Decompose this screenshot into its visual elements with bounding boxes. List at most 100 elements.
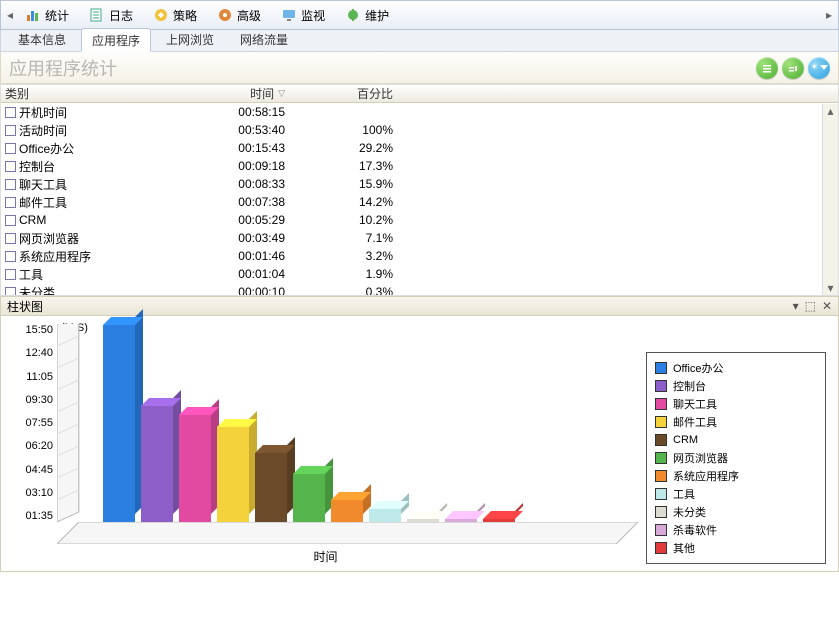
floor-plane [57,522,638,544]
action-btn-2[interactable] [782,57,804,79]
main-tab-4[interactable]: 监视 [272,2,334,28]
row-checkbox[interactable] [5,197,16,208]
row-percent: 3.2% [305,249,405,263]
table-row[interactable]: 控制台00:09:1817.3% [1,157,838,175]
col-time[interactable]: 时间▽ [185,85,305,102]
bar-8 [407,519,439,522]
chart-icon [25,7,41,23]
row-time: 00:01:04 [185,267,305,281]
legend-item: 邮件工具 [655,413,817,431]
row-checkbox[interactable] [5,179,16,190]
main-tab-label: 日志 [109,7,133,24]
table-row[interactable]: 聊天工具00:08:3315.9% [1,175,838,193]
row-category: 开机时间 [19,104,67,121]
table-scrollbar[interactable]: ▴ ▾ [822,104,838,295]
row-percent: 17.3% [305,159,405,173]
toolbar-scroll-right[interactable]: ▸ [824,8,834,22]
row-category: Office办公 [19,140,74,157]
panel-pin-icon[interactable]: ⬚ [805,299,816,313]
sub-tab-0[interactable]: 基本信息 [7,27,77,51]
row-checkbox[interactable] [5,233,16,244]
chart-area: (M:S) 01:3503:1004:4506:2007:5509:3011:0… [0,316,839,572]
bar-5 [293,474,325,522]
table-row[interactable]: 邮件工具00:07:3814.2% [1,193,838,211]
row-time: 00:08:33 [185,177,305,191]
legend-label: 未分类 [673,504,706,520]
row-percent: 29.2% [305,141,405,155]
row-percent: 1.9% [305,267,405,281]
legend-label: 网页浏览器 [673,450,728,466]
main-tab-5[interactable]: 维护 [336,2,398,28]
chart-panel-title: 柱状图 [7,298,43,315]
row-checkbox[interactable] [5,107,16,118]
bar-0 [103,325,135,522]
legend-swatch [655,434,667,446]
table-row[interactable]: 未分类00:00:100.3% [1,283,838,296]
col-category[interactable]: 类别 [5,85,185,102]
row-checkbox[interactable] [5,269,16,280]
row-category: 网页浏览器 [19,230,79,247]
table-row[interactable]: 系统应用程序00:01:463.2% [1,247,838,265]
table-row[interactable]: 网页浏览器00:03:497.1% [1,229,838,247]
legend-label: Office办公 [673,360,724,376]
row-time: 00:05:29 [185,213,305,227]
row-percent: 100% [305,123,405,137]
panel-close-icon[interactable]: ✕ [822,299,832,313]
table-row[interactable]: 活动时间00:53:40100% [1,121,838,139]
row-checkbox[interactable] [5,287,16,297]
legend-swatch [655,398,667,410]
row-time: 00:01:46 [185,249,305,263]
row-checkbox[interactable] [5,215,16,226]
scroll-up-icon[interactable]: ▴ [824,104,838,118]
legend-item: 其他 [655,539,817,557]
row-category: CRM [19,213,46,227]
scroll-down-icon[interactable]: ▾ [824,281,838,295]
row-checkbox[interactable] [5,143,16,154]
y-tick: 15:50 [13,324,53,336]
legend-item: 网页浏览器 [655,449,817,467]
row-checkbox[interactable] [5,125,16,136]
table-row[interactable]: CRM00:05:2910.2% [1,211,838,229]
table-row[interactable]: 开机时间00:58:15 [1,103,838,121]
bar-10 [483,519,515,522]
main-tab-2[interactable]: 策略 [144,2,206,28]
table-row[interactable]: 工具 00:01:041.9% [1,265,838,283]
y-tick: 01:35 [13,510,53,522]
row-category: 工具 [19,266,43,283]
y-tick: 06:20 [13,440,53,452]
row-time: 00:00:10 [185,285,305,296]
y-tick: 11:05 [13,371,53,383]
main-tab-1[interactable]: 日志 [80,2,142,28]
row-checkbox[interactable] [5,251,16,262]
bar-1 [141,406,173,522]
toolbar-scroll-left[interactable]: ◂ [5,8,15,22]
main-tab-label: 维护 [365,7,389,24]
main-tab-3[interactable]: 高级 [208,2,270,28]
sub-tab-3[interactable]: 网络流量 [229,27,299,51]
action-btn-1[interactable] [756,57,778,79]
row-checkbox[interactable] [5,161,16,172]
legend-item: Office办公 [655,359,817,377]
legend-label: 其他 [673,540,695,556]
legend-item: 杀毒软件 [655,521,817,539]
sort-desc-icon: ▽ [278,88,285,99]
row-time: 00:07:38 [185,195,305,209]
row-percent: 15.9% [305,177,405,191]
row-category: 控制台 [19,158,55,175]
log-icon [89,7,105,23]
panel-menu-icon[interactable]: ▾ [793,299,799,313]
legend-swatch [655,524,667,536]
sub-tab-2[interactable]: 上网浏览 [155,27,225,51]
bars-container [103,324,638,522]
action-btn-dropdown[interactable]: ✶ [808,57,830,79]
legend-swatch [655,542,667,554]
legend-label: 控制台 [673,378,706,394]
legend-swatch [655,380,667,392]
main-toolbar: ◂ 统计 日志策略高级监视 维护 ▸ [0,0,839,30]
main-tab-0[interactable]: 统计 [16,2,78,28]
col-percent[interactable]: 百分比 [305,85,405,102]
table-row[interactable]: Office办公00:15:4329.2% [1,139,838,157]
sub-tab-1[interactable]: 应用程序 [81,28,151,52]
bar-6 [331,500,363,522]
legend-label: 杀毒软件 [673,522,717,538]
